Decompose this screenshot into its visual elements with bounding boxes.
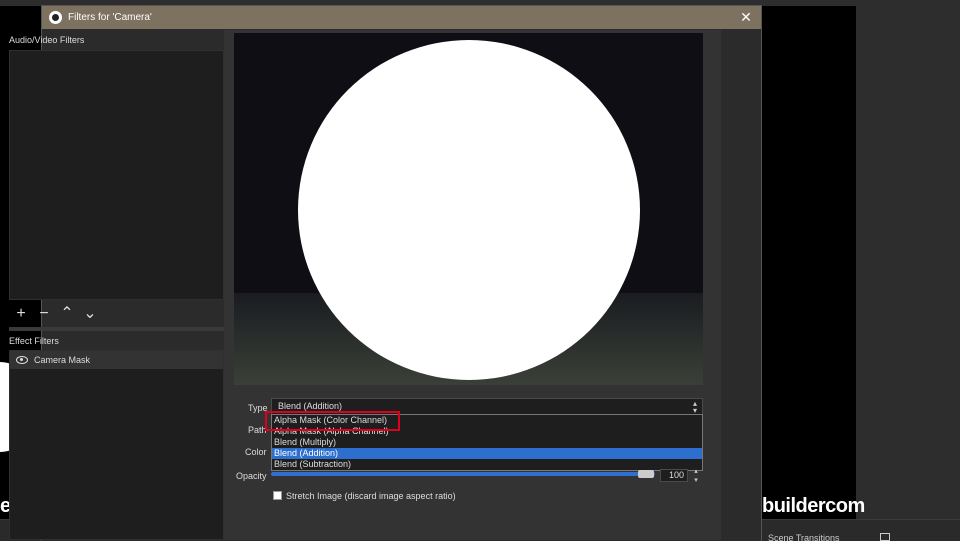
effect-filter-item-camera-mask[interactable]: Camera Mask: [10, 351, 223, 369]
type-select-value: Blend (Addition): [278, 401, 343, 411]
scene-transitions-label: Scene Transitions: [768, 533, 840, 541]
dock-icon[interactable]: [880, 533, 890, 541]
main-preview-text-right: buildercom: [762, 495, 865, 517]
opacity-slider[interactable]: [271, 472, 655, 476]
type-option-blend-multiply[interactable]: Blend (Multiply): [272, 437, 702, 448]
spin-up-icon[interactable]: ▴: [690, 468, 702, 475]
effect-filters-label: Effect Filters: [9, 336, 59, 346]
opacity-slider-handle[interactable]: [638, 470, 654, 478]
type-option-blend-addition[interactable]: Blend (Addition): [272, 448, 702, 459]
spin-down-icon[interactable]: ▾: [690, 477, 702, 484]
path-label: Path: [248, 425, 267, 435]
audio-video-filters-list[interactable]: [9, 50, 224, 300]
color-label: Color: [245, 447, 267, 457]
obs-logo-icon: [49, 11, 62, 24]
add-filter-button[interactable]: +: [12, 305, 30, 323]
filters-toolbar: + − ⌃ ⌄: [12, 305, 99, 323]
opacity-label: Opacity: [236, 471, 267, 481]
dialog-title: Filters for 'Camera': [68, 12, 152, 23]
stretch-image-checkbox[interactable]: [273, 491, 282, 500]
filters-splitter[interactable]: [9, 327, 224, 331]
remove-filter-button[interactable]: −: [35, 305, 53, 323]
move-up-button[interactable]: ⌃: [58, 305, 76, 323]
audio-video-filters-label: Audio/Video Filters: [9, 35, 85, 45]
move-down-button[interactable]: ⌄: [81, 305, 99, 323]
eye-icon[interactable]: [16, 356, 28, 364]
filter-preview: [234, 33, 703, 385]
opacity-spinbox[interactable]: 100: [660, 469, 688, 482]
highlight-annotation-box: [265, 411, 400, 431]
effect-filters-list[interactable]: Camera Mask: [9, 350, 224, 540]
select-arrows-icon: ▴ ▾: [692, 399, 697, 415]
effect-filter-name: Camera Mask: [34, 355, 91, 365]
preview-mask-circle: [298, 40, 640, 380]
close-button[interactable]: ✕: [738, 9, 754, 25]
dialog-titlebar[interactable]: Filters for 'Camera' ✕: [42, 6, 761, 29]
stretch-image-label: Stretch Image (discard image aspect rati…: [286, 491, 456, 501]
type-option-blend-subtraction[interactable]: Blend (Subtraction): [272, 459, 702, 470]
